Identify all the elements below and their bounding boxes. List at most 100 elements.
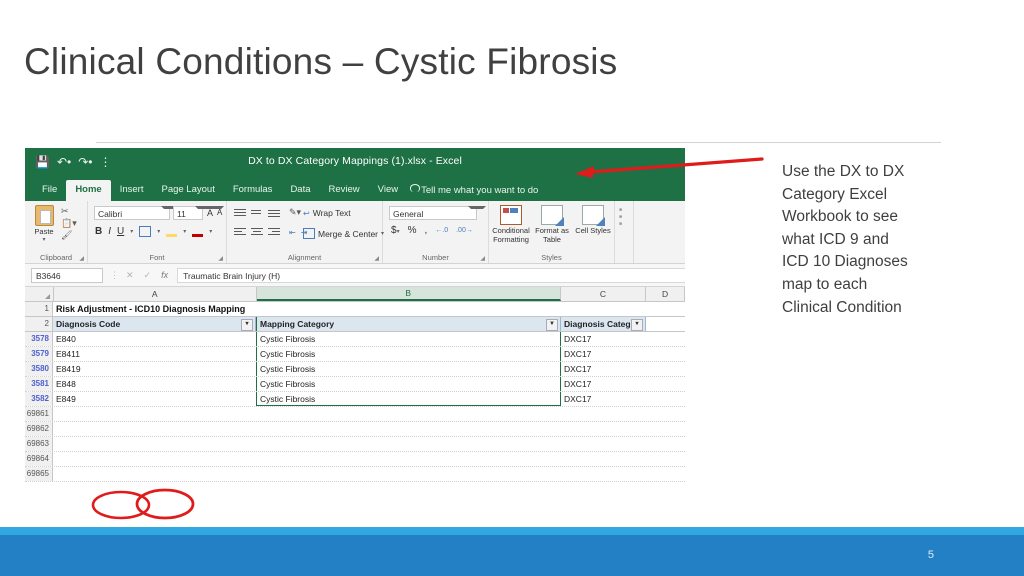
table-row[interactable]: 1 Risk Adjustment - ICD10 Diagnosis Mapp… [25,302,685,317]
cell-diagnosis-category[interactable]: DXC17 [561,392,646,406]
ribbon-tab-page-layout[interactable]: Page Layout [152,180,223,201]
row-header[interactable]: 69863 [25,437,53,451]
fill-color-chevron-icon[interactable]: ▾ [183,228,186,235]
cell-diagnosis-code[interactable]: E8419 [53,362,256,376]
table-row[interactable]: 3580 E8419 Cystic Fibrosis DXC17 [25,362,685,377]
font-color-icon[interactable] [192,225,204,237]
percent-button[interactable]: % [408,225,417,236]
cell-styles-button[interactable]: Cell Styles [573,205,613,235]
ribbon-tab-home[interactable]: Home [66,180,111,201]
row-header[interactable]: 69862 [25,422,53,436]
bold-button[interactable]: B [95,226,102,237]
table-row[interactable]: 69865 [25,467,685,482]
grid-empty-space[interactable] [25,482,685,520]
table-row[interactable]: 3579 E8411 Cystic Fibrosis DXC17 [25,347,685,362]
filter-applied-icon[interactable]: ▼ [546,319,558,331]
column-header-c[interactable]: C [560,287,647,301]
table-row[interactable]: 69862 [25,422,685,437]
table-header-row[interactable]: 2 Diagnosis Code ▾ Mapping Category ▼ Di… [25,317,685,332]
table-row[interactable]: 3581 E848 Cystic Fibrosis DXC17 [25,377,685,392]
currency-button[interactable]: $▾ [391,225,400,236]
row-header[interactable]: 2 [25,317,53,331]
cell-empty-d[interactable] [646,332,684,346]
row-header[interactable]: 69865 [25,467,53,481]
filter-dropdown-icon[interactable]: ▾ [241,319,253,331]
tell-me-search[interactable]: Tell me what you want to do [407,181,544,201]
column-header-b[interactable]: B [256,287,561,301]
underline-button[interactable]: U [117,226,124,237]
table-row[interactable]: 69864 [25,452,685,467]
cancel-formula-icon[interactable]: ✕ [126,270,134,281]
insert-function-icon[interactable]: fx [161,270,168,280]
align-center-icon[interactable] [251,227,263,237]
cell-diagnosis-code[interactable]: E840 [53,332,256,346]
ribbon-tab-review[interactable]: Review [320,180,369,201]
comma-style-button[interactable]: , [424,225,427,236]
ribbon-tab-data[interactable]: Data [281,180,319,201]
cell-empty-d[interactable] [646,362,684,376]
decrease-decimal-icon[interactable]: .00→ [456,227,473,234]
align-middle-icon[interactable] [251,208,263,218]
font-dialog-launcher[interactable]: ◢ [218,255,223,262]
row-header[interactable]: 3581 [25,377,53,391]
clipboard-mini-buttons[interactable]: ✂ 📋▾ 🖌 [61,205,77,241]
ribbon-tab-strip[interactable]: File Home Insert Page Layout Formulas Da… [25,178,685,201]
alignment-dialog-launcher[interactable]: ◢ [374,255,379,262]
ribbon-overflow-icon[interactable]: ■ ■ ■ [619,207,622,228]
header-cell-diagnosis-category[interactable]: Diagnosis Catego ▾ [561,317,646,331]
cell-mapping-category[interactable]: Cystic Fibrosis [256,332,561,346]
chevron-down-icon[interactable]: ▾ [31,237,57,243]
table-row[interactable]: 3578 E840 Cystic Fibrosis DXC17 [25,332,685,347]
ribbon-tab-formulas[interactable]: Formulas [224,180,282,201]
font-color-chevron-icon[interactable]: ▾ [209,228,212,235]
header-cell-diagnosis-code[interactable]: Diagnosis Code ▾ [53,317,256,331]
borders-icon[interactable] [139,225,152,237]
orientation-icon[interactable]: ✎▾ [289,207,301,218]
fill-color-icon[interactable] [166,225,178,237]
row-header[interactable]: 1 [25,302,53,316]
align-left-icon[interactable] [234,227,246,237]
underline-chevron-icon[interactable]: ▾ [130,228,133,235]
format-as-table-button[interactable]: Format as Table [532,205,572,244]
font-name-input[interactable]: Calibri [94,206,170,220]
cell-diagnosis-category[interactable]: DXC17 [561,332,646,346]
empty-cell-d2[interactable] [646,317,684,331]
sheet-title-cell[interactable]: Risk Adjustment - ICD10 Diagnosis Mappin… [53,302,553,316]
cell-empty[interactable] [53,452,256,466]
cell-empty-d[interactable] [646,347,684,361]
format-painter-icon[interactable]: 🖌 [61,229,77,241]
cell-empty[interactable] [53,467,256,481]
ribbon-tab-file[interactable]: File [33,180,66,201]
header-cell-mapping-category[interactable]: Mapping Category ▼ [256,317,561,331]
name-box[interactable]: B3646 [31,267,103,283]
cell-mapping-category[interactable]: Cystic Fibrosis [256,362,561,376]
decrease-font-size-button[interactable]: A [217,206,222,220]
cell-diagnosis-code[interactable]: E8411 [53,347,256,361]
increase-font-size-button[interactable]: A [207,206,213,220]
cell-diagnosis-category[interactable]: DXC17 [561,347,646,361]
cell-diagnosis-category[interactable]: DXC17 [561,377,646,391]
row-header[interactable]: 69864 [25,452,53,466]
row-header[interactable]: 3582 [25,392,53,406]
worksheet-grid[interactable]: A B C D 1 Risk Adjustment - ICD10 Diagno… [25,287,685,520]
clipboard-dialog-launcher[interactable]: ◢ [79,255,84,262]
ribbon-tab-insert[interactable]: Insert [111,180,153,201]
cell-mapping-category[interactable]: Cystic Fibrosis [256,377,561,391]
cell-empty-d[interactable] [646,377,684,391]
paste-button[interactable]: Paste ▾ [31,205,57,243]
formula-input[interactable]: Traumatic Brain Injury (H) [177,267,685,283]
column-header-a[interactable]: A [53,287,257,301]
cell-empty-d[interactable] [646,392,684,406]
increase-decimal-icon[interactable]: ←.0 [435,227,448,234]
italic-button[interactable]: I [108,226,111,237]
borders-chevron-icon[interactable]: ▾ [157,228,160,235]
cell-mapping-category[interactable]: Cystic Fibrosis [256,392,561,406]
cell-diagnosis-code[interactable]: E848 [53,377,256,391]
cell-empty[interactable] [53,437,256,451]
filter-dropdown-icon[interactable]: ▾ [631,319,643,331]
cell-diagnosis-category[interactable]: DXC17 [561,362,646,376]
row-header[interactable]: 3579 [25,347,53,361]
copy-icon[interactable]: 📋▾ [61,217,77,229]
row-header[interactable]: 3578 [25,332,53,346]
conditional-formatting-button[interactable]: Conditional Formatting [491,205,531,244]
